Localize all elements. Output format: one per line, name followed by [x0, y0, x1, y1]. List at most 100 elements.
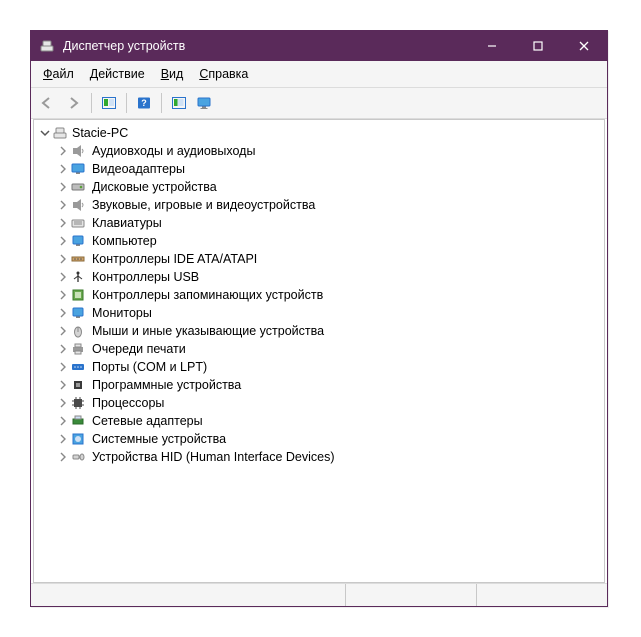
tree-item[interactable]: Звуковые, игровые и видеоустройства: [56, 196, 604, 214]
tree-item[interactable]: Контроллеры USB: [56, 268, 604, 286]
svg-text:?: ?: [141, 98, 147, 108]
mouse-icon: [70, 323, 86, 339]
tree-item[interactable]: Процессоры: [56, 394, 604, 412]
tree-item[interactable]: Программные устройства: [56, 376, 604, 394]
monitor-button[interactable]: [193, 91, 217, 115]
printer-icon: [70, 341, 86, 357]
maximize-button[interactable]: [515, 31, 561, 61]
tree-item[interactable]: Очереди печати: [56, 340, 604, 358]
tree-item-label: Порты (COM и LPT): [90, 360, 207, 374]
chevron-right-icon: [56, 236, 70, 246]
tree-item[interactable]: Мониторы: [56, 304, 604, 322]
chevron-right-icon: [56, 380, 70, 390]
tree-item[interactable]: Сетевые адаптеры: [56, 412, 604, 430]
ide-icon: [70, 251, 86, 267]
port-icon: [70, 359, 86, 375]
chevron-right-icon: [56, 344, 70, 354]
tree-item[interactable]: Мыши и иные указывающие устройства: [56, 322, 604, 340]
tree-item[interactable]: Устройства HID (Human Interface Devices): [56, 448, 604, 466]
chevron-right-icon: [56, 182, 70, 192]
display-adapter-icon: [70, 161, 86, 177]
close-button[interactable]: [561, 31, 607, 61]
menu-file[interactable]: Файл: [37, 65, 80, 83]
tree-item[interactable]: Компьютер: [56, 232, 604, 250]
computer-icon: [70, 233, 86, 249]
chevron-right-icon: [56, 290, 70, 300]
network-icon: [70, 413, 86, 429]
tree-item-label: Контроллеры IDE ATA/ATAPI: [90, 252, 257, 266]
tree-item-label: Программные устройства: [90, 378, 241, 392]
chevron-right-icon: [56, 218, 70, 228]
keyboard-icon: [70, 215, 86, 231]
chevron-down-icon: [38, 128, 52, 138]
app-icon: [39, 38, 55, 54]
device-manager-window: Диспетчер устройств Файл Действие: [30, 30, 608, 607]
chevron-right-icon: [56, 398, 70, 408]
tree-item-label: Очереди печати: [90, 342, 186, 356]
chevron-right-icon: [56, 254, 70, 264]
hid-icon: [70, 449, 86, 465]
menu-help[interactable]: Справка: [193, 65, 254, 83]
chevron-right-icon: [56, 146, 70, 156]
chevron-right-icon: [56, 200, 70, 210]
tree-item-label: Контроллеры USB: [90, 270, 199, 284]
tree-item-label: Дисковые устройства: [90, 180, 217, 194]
scan-hardware-button[interactable]: [167, 91, 191, 115]
chevron-right-icon: [56, 272, 70, 282]
status-bar: [31, 583, 607, 606]
chevron-right-icon: [56, 362, 70, 372]
tree-item[interactable]: Контроллеры IDE ATA/ATAPI: [56, 250, 604, 268]
tree-item-label: Системные устройства: [90, 432, 226, 446]
chevron-right-icon: [56, 164, 70, 174]
tree-root-label: Stacie-PC: [72, 126, 128, 140]
tree-item[interactable]: Дисковые устройства: [56, 178, 604, 196]
tree-item[interactable]: Контроллеры запоминающих устройств: [56, 286, 604, 304]
tree-item-label: Клавиатуры: [90, 216, 162, 230]
software-device-icon: [70, 377, 86, 393]
toolbar: ?: [31, 87, 607, 119]
disk-icon: [70, 179, 86, 195]
toolbar-separator: [126, 93, 127, 113]
show-hide-tree-button[interactable]: [97, 91, 121, 115]
chevron-right-icon: [56, 434, 70, 444]
chevron-right-icon: [56, 326, 70, 336]
menu-bar: Файл Действие Вид Справка: [31, 61, 607, 87]
device-tree[interactable]: Stacie-PC Аудиовходы и аудиовыходы Видеоа…: [33, 119, 605, 583]
back-button[interactable]: [36, 91, 60, 115]
forward-button[interactable]: [62, 91, 86, 115]
tree-item-label: Контроллеры запоминающих устройств: [90, 288, 323, 302]
computer-icon: [52, 125, 68, 141]
status-segment: [477, 584, 607, 606]
tree-root[interactable]: Stacie-PC: [34, 124, 604, 142]
tree-item[interactable]: Порты (COM и LPT): [56, 358, 604, 376]
tree-item[interactable]: Аудиовходы и аудиовыходы: [56, 142, 604, 160]
tree-item[interactable]: Видеоадаптеры: [56, 160, 604, 178]
toolbar-separator: [161, 93, 162, 113]
menu-action[interactable]: Действие: [84, 65, 151, 83]
tree-item-label: Устройства HID (Human Interface Devices): [90, 450, 335, 464]
tree-item-label: Мониторы: [90, 306, 152, 320]
chevron-right-icon: [56, 452, 70, 462]
title-bar: Диспетчер устройств: [31, 31, 607, 61]
system-icon: [70, 431, 86, 447]
tree-item-label: Процессоры: [90, 396, 164, 410]
chevron-right-icon: [56, 308, 70, 318]
monitor-icon: [70, 305, 86, 321]
tree-item-label: Аудиовходы и аудиовыходы: [90, 144, 255, 158]
tree-item[interactable]: Клавиатуры: [56, 214, 604, 232]
status-segment: [31, 584, 346, 606]
tree-item-label: Видеоадаптеры: [90, 162, 185, 176]
minimize-button[interactable]: [469, 31, 515, 61]
audio-icon: [70, 197, 86, 213]
tree-item-label: Компьютер: [90, 234, 157, 248]
help-button[interactable]: ?: [132, 91, 156, 115]
tree-item[interactable]: Системные устройства: [56, 430, 604, 448]
chevron-right-icon: [56, 416, 70, 426]
tree-item-label: Мыши и иные указывающие устройства: [90, 324, 324, 338]
window-title: Диспетчер устройств: [63, 39, 469, 53]
menu-view[interactable]: Вид: [155, 65, 190, 83]
tree-item-label: Сетевые адаптеры: [90, 414, 203, 428]
status-segment: [346, 584, 477, 606]
tree-item-label: Звуковые, игровые и видеоустройства: [90, 198, 315, 212]
audio-icon: [70, 143, 86, 159]
